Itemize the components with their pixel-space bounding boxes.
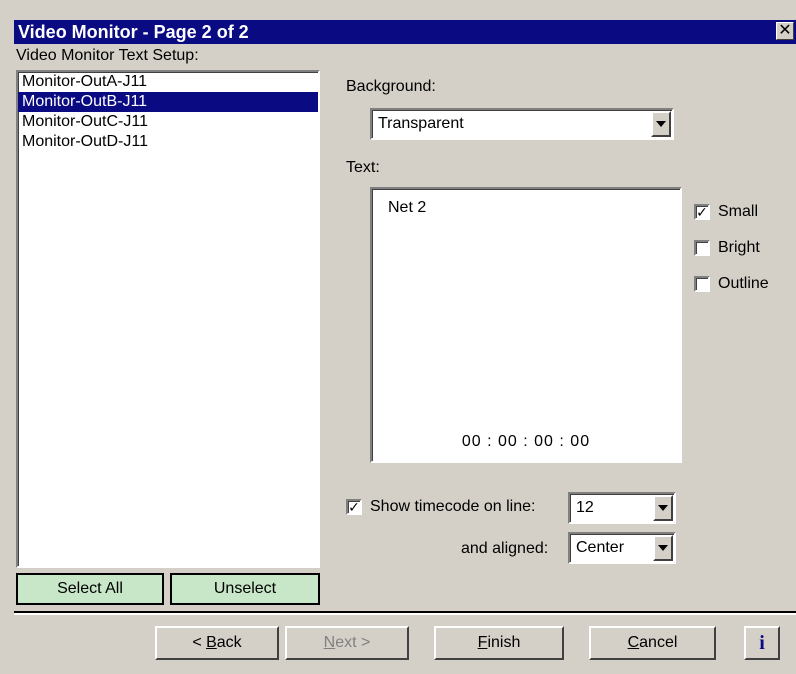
checkmark-icon: ✓	[696, 204, 708, 220]
chevron-down-icon	[658, 505, 668, 511]
list-item-outa[interactable]: Monitor-OutA-J11	[18, 72, 318, 92]
text-content: Net 2	[388, 199, 427, 216]
dialog-window: Video Monitor - Page 2 of 2 ✕ Video Moni…	[0, 0, 796, 674]
line-dropdown-button[interactable]	[653, 495, 673, 521]
list-item-outc[interactable]: Monitor-OutC-J11	[18, 112, 318, 132]
title-bar[interactable]: Video Monitor - Page 2 of 2 ✕	[14, 20, 796, 44]
timecode-preview: 00 : 00 : 00 : 00	[461, 433, 591, 450]
cancel-button[interactable]: Cancel	[589, 626, 716, 660]
show-timecode-checkbox[interactable]: ✓	[346, 499, 362, 515]
unselect-label: Unselect	[213, 580, 277, 597]
back-button[interactable]: < Back	[155, 626, 279, 660]
checkmark-icon: ✓	[348, 499, 360, 515]
chevron-down-icon	[658, 545, 668, 551]
bright-label: Bright	[718, 239, 760, 256]
outline-option[interactable]: Outline	[694, 275, 769, 293]
show-timecode-option[interactable]: ✓ Show timecode on line:	[346, 498, 535, 516]
text-edit-area[interactable]: Net 2 00 : 00 : 00 : 00	[370, 187, 682, 463]
monitor-list[interactable]: Monitor-OutA-J11 Monitor-OutB-J11 Monito…	[16, 70, 320, 568]
background-dropdown-button[interactable]	[651, 111, 671, 137]
bright-option[interactable]: Bright	[694, 239, 760, 257]
show-timecode-label: Show timecode on line:	[370, 498, 536, 515]
unselect-button[interactable]: Unselect	[170, 573, 320, 605]
background-label: Background:	[346, 78, 436, 95]
select-all-label: Select All	[57, 580, 123, 597]
outline-checkbox[interactable]	[694, 276, 710, 292]
footer-divider-highlight	[14, 613, 796, 615]
text-label: Text:	[346, 159, 380, 176]
outline-label: Outline	[718, 275, 769, 292]
small-label: Small	[718, 203, 759, 220]
bright-checkbox[interactable]	[694, 240, 710, 256]
next-button[interactable]: Next >	[285, 626, 409, 660]
small-option[interactable]: ✓ Small	[694, 203, 758, 221]
aligned-label: and aligned:	[461, 540, 549, 557]
alignment-dropdown-button[interactable]	[653, 535, 673, 561]
finish-label: Finish	[477, 634, 521, 651]
timecode-line-value: 12	[576, 499, 594, 516]
select-all-button[interactable]: Select All	[16, 573, 164, 605]
window-title: Video Monitor - Page 2 of 2	[18, 22, 249, 42]
small-checkbox[interactable]: ✓	[694, 204, 710, 220]
info-button[interactable]: i	[744, 626, 780, 660]
next-label: Next >	[323, 634, 371, 651]
alignment-value: Center	[576, 539, 625, 556]
list-item-outd[interactable]: Monitor-OutD-J11	[18, 132, 318, 152]
alignment-select[interactable]: Center	[568, 532, 676, 564]
chevron-down-icon	[656, 121, 666, 127]
background-select[interactable]: Transparent	[370, 108, 674, 140]
back-label: < Back	[192, 634, 242, 651]
info-icon: i	[759, 631, 765, 654]
background-value: Transparent	[378, 115, 464, 132]
finish-button[interactable]: Finish	[434, 626, 564, 660]
list-item-outb[interactable]: Monitor-OutB-J11	[18, 92, 318, 112]
setup-label: Video Monitor Text Setup:	[16, 47, 199, 64]
close-button[interactable]: ✕	[776, 22, 794, 40]
close-icon: ✕	[778, 22, 792, 39]
cancel-label: Cancel	[627, 634, 678, 651]
timecode-line-select[interactable]: 12	[568, 492, 676, 524]
